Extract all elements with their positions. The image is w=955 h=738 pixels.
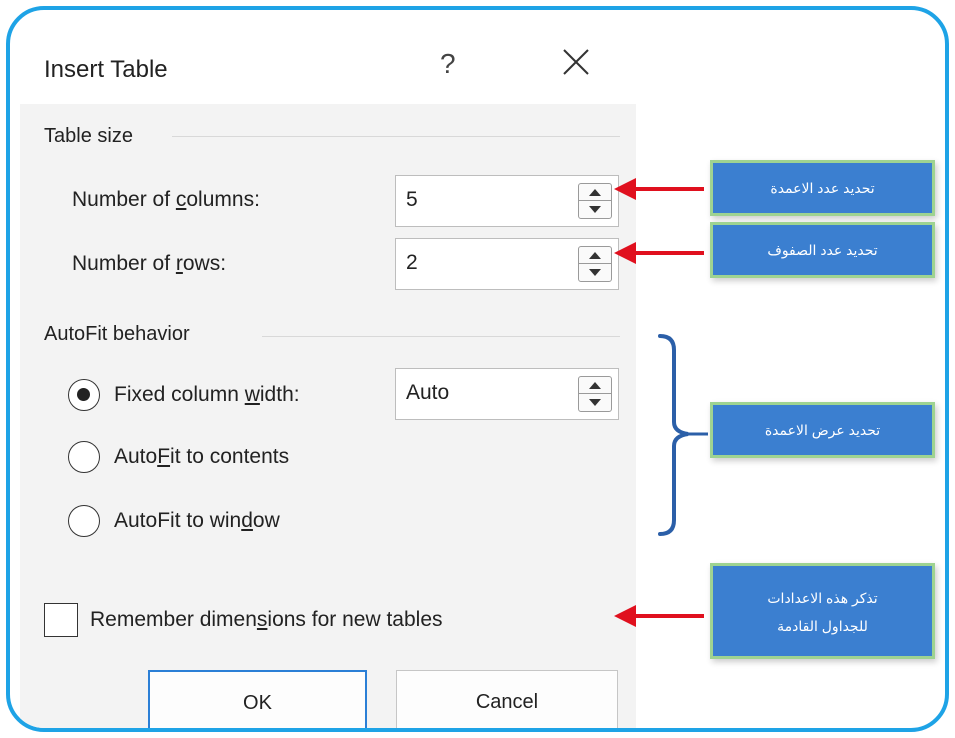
- radio-selected-dot: [77, 388, 90, 401]
- remember-callout-line1: تذكر هذه الاعدادات: [767, 590, 878, 606]
- remember-label-accel: s: [256, 608, 268, 631]
- insert-table-dialog: Insert Table ? Table size Number of colu…: [20, 20, 636, 728]
- columns-arrow: [614, 178, 704, 200]
- columns-callout: تحديد عدد الاعمدة: [710, 160, 935, 216]
- fixed-width-label: Fixed column width:: [114, 383, 300, 407]
- triangle-down-icon: [589, 399, 601, 406]
- autofit-window-radio[interactable]: [68, 505, 100, 537]
- fixed-width-label-accel: w: [244, 383, 260, 406]
- columns-increment-button[interactable]: [579, 184, 611, 201]
- rows-decrement-button[interactable]: [579, 264, 611, 281]
- autofit-contents-label-pre: Auto: [114, 445, 158, 468]
- dialog-title: Insert Table: [44, 56, 168, 83]
- columns-value[interactable]: 5: [406, 188, 418, 212]
- remember-label-post: ions for new tables: [267, 608, 443, 631]
- table-size-divider: [172, 136, 620, 137]
- columns-callout-text: تحديد عدد الاعمدة: [770, 180, 875, 196]
- fixed-width-radio[interactable]: [68, 379, 100, 411]
- column-width-decrement-button[interactable]: [579, 394, 611, 411]
- autofit-contents-label-accel: F: [157, 445, 171, 468]
- table-size-heading: Table size: [44, 125, 133, 147]
- autofit-contents-radio[interactable]: [68, 441, 100, 473]
- remember-callout: تذكر هذه الاعدادات للجداول القادمة: [710, 563, 935, 659]
- columns-spin-buttons: [578, 183, 612, 219]
- rows-label-post: ows:: [182, 252, 227, 275]
- rows-label: Number of rows:: [72, 252, 226, 276]
- fixed-width-label-post: idth:: [259, 383, 300, 406]
- ok-button[interactable]: OK: [148, 670, 367, 728]
- column-width-increment-button[interactable]: [579, 377, 611, 394]
- remember-dimensions-label[interactable]: Remember dimensions for new tables: [90, 608, 443, 632]
- columns-label-pre: Number of: [72, 188, 176, 211]
- autofit-divider: [262, 336, 620, 337]
- autofit-window-radio-row[interactable]: AutoFit to window: [68, 502, 368, 542]
- autofit-contents-label: AutoFit to contents: [114, 445, 289, 469]
- rows-spinner[interactable]: 2: [395, 238, 619, 290]
- rows-increment-button[interactable]: [579, 247, 611, 264]
- columns-decrement-button[interactable]: [579, 201, 611, 218]
- autofit-contents-label-post: it to contents: [170, 445, 290, 468]
- cancel-button[interactable]: Cancel: [396, 670, 618, 728]
- fixed-width-radio-row[interactable]: Fixed column width:: [68, 376, 388, 416]
- columns-label: Number of columns:: [72, 188, 260, 212]
- close-icon[interactable]: [560, 46, 596, 82]
- column-width-spin-buttons: [578, 376, 612, 412]
- autofit-window-label-pre: AutoFit to win: [114, 509, 242, 532]
- rows-spin-buttons: [578, 246, 612, 282]
- autofit-window-label: AutoFit to window: [114, 509, 280, 533]
- triangle-up-icon: [589, 382, 601, 389]
- remember-dimensions-checkbox[interactable]: [44, 603, 78, 637]
- rows-arrow: [614, 242, 704, 264]
- rows-callout-text: تحديد عدد الصفوف: [767, 242, 878, 258]
- remember-callout-line2: للجداول القادمة: [777, 618, 868, 634]
- column-width-value[interactable]: Auto: [406, 381, 449, 405]
- help-button[interactable]: ?: [440, 48, 456, 80]
- fixed-width-label-pre: Fixed column: [114, 383, 245, 406]
- columns-spinner[interactable]: 5: [395, 175, 619, 227]
- autofit-heading: AutoFit behavior: [44, 323, 190, 345]
- autofit-window-label-accel: d: [241, 509, 253, 532]
- columns-label-accel: c: [175, 188, 187, 211]
- autofit-contents-radio-row[interactable]: AutoFit to contents: [68, 438, 368, 478]
- remember-arrow: [614, 605, 704, 627]
- rows-callout: تحديد عدد الصفوف: [710, 222, 935, 278]
- remember-label-pre: Remember dimen: [90, 608, 257, 631]
- screenshot-frame: Insert Table ? Table size Number of colu…: [6, 6, 949, 732]
- triangle-down-icon: [589, 206, 601, 213]
- column-width-spinner[interactable]: Auto: [395, 368, 619, 420]
- rows-label-pre: Number of: [72, 252, 176, 275]
- triangle-up-icon: [589, 189, 601, 196]
- triangle-up-icon: [589, 252, 601, 259]
- width-callout: تحديد عرض الاعمدة: [710, 402, 935, 458]
- rows-value[interactable]: 2: [406, 251, 418, 275]
- columns-label-post: olumns:: [186, 188, 260, 211]
- column-width-brace: [658, 334, 708, 536]
- rows-label-accel: r: [175, 252, 183, 275]
- autofit-window-label-post: ow: [252, 509, 280, 532]
- triangle-down-icon: [589, 269, 601, 276]
- dialog-titlebar: Insert Table ?: [20, 20, 636, 104]
- width-callout-text: تحديد عرض الاعمدة: [764, 422, 881, 438]
